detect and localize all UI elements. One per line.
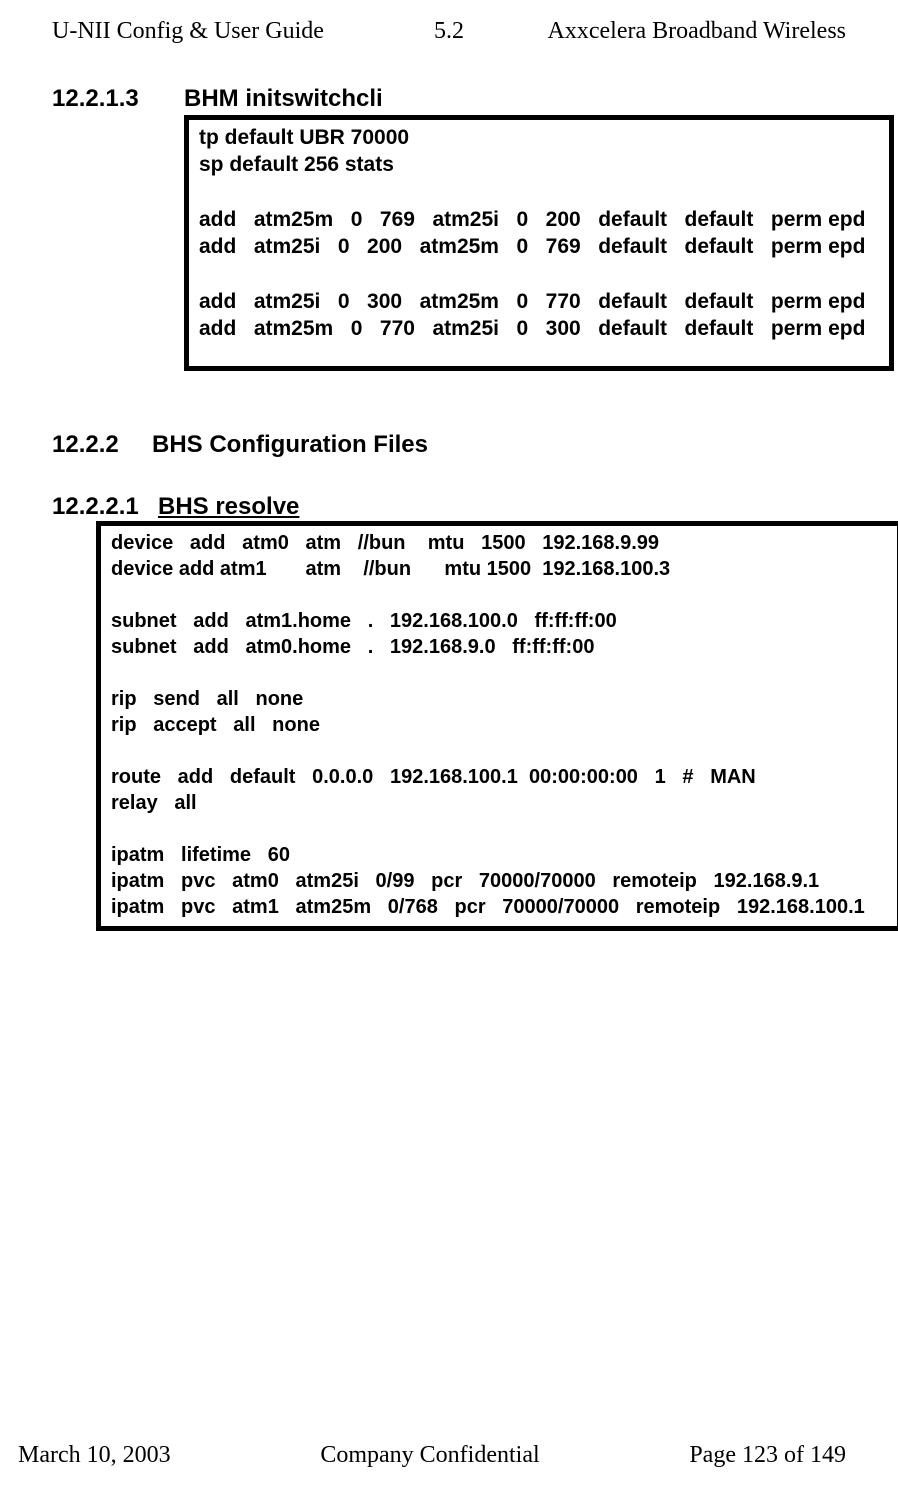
footer-date: March 10, 2003 bbox=[18, 1442, 171, 1469]
heading-number: 12.2.2.1 bbox=[52, 493, 158, 521]
footer-confidential: Company Confidential bbox=[320, 1442, 539, 1469]
header-left: U-NII Config & User Guide bbox=[52, 18, 324, 45]
page-footer: March 10, 2003 Company Confidential Page… bbox=[0, 1442, 898, 1469]
heading-12-2-1-3: 12.2.1.3 BHM initswitchcli bbox=[52, 85, 846, 113]
page-header: U-NII Config & User Guide 5.2 Axxcelera … bbox=[52, 18, 846, 45]
code-block-bhs-resolve: device add atm0 atm //bun mtu 1500 192.1… bbox=[96, 521, 898, 931]
heading-number: 12.2.1.3 bbox=[52, 85, 184, 113]
heading-12-2-2-1: 12.2.2.1 BHS resolve bbox=[52, 493, 846, 521]
header-right: Axxcelera Broadband Wireless bbox=[548, 18, 846, 45]
heading-12-2-2: 12.2.2 BHS Configuration Files bbox=[52, 431, 846, 459]
heading-title: BHS resolve bbox=[158, 493, 299, 521]
header-center: 5.2 bbox=[434, 18, 464, 45]
footer-page-number: Page 123 of 149 bbox=[689, 1442, 846, 1469]
heading-number: 12.2.2 bbox=[52, 431, 152, 459]
heading-title: BHS Configuration Files bbox=[152, 431, 428, 459]
code-block-bhm-initswitchcli: tp default UBR 70000 sp default 256 stat… bbox=[184, 115, 894, 371]
heading-title: BHM initswitchcli bbox=[184, 85, 383, 113]
